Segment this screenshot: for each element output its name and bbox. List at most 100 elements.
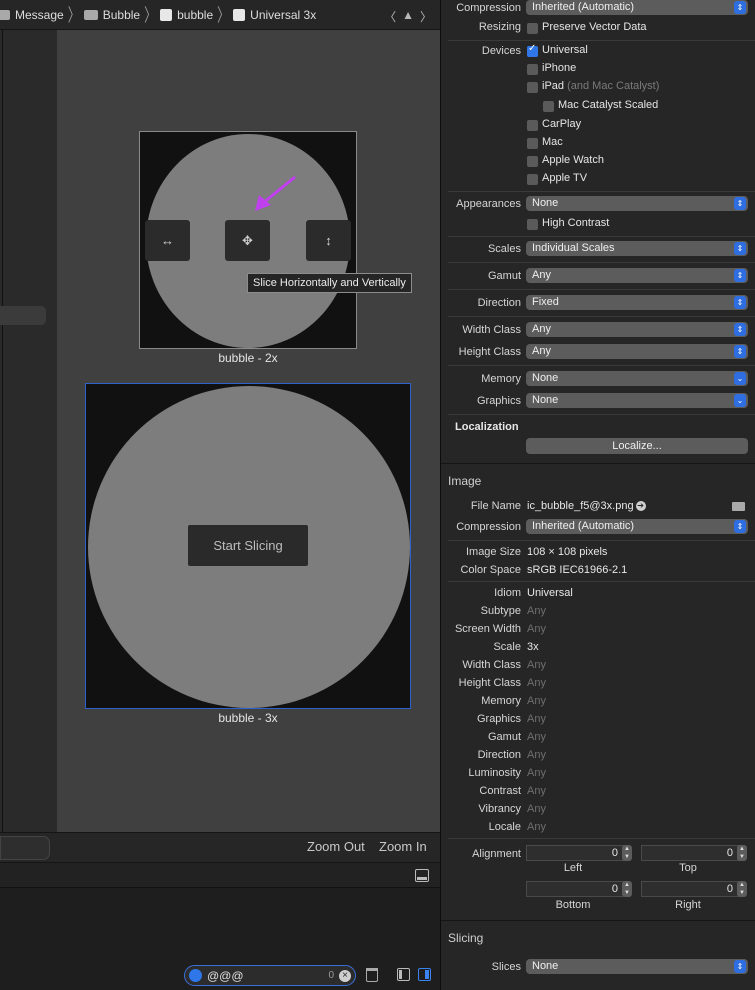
image-property-row: Locale Any (441, 819, 755, 837)
image-property-label: Direction (477, 749, 521, 761)
image-property-label: Contrast (479, 785, 521, 797)
chevron-right-icon: 〉 (67, 4, 80, 26)
image-property-label: Locale (488, 821, 521, 833)
scales-row: Scales Individual Scales ⇕ (441, 241, 755, 259)
mac-catalyst-scaled-checkbox[interactable] (543, 101, 554, 112)
console-filter-field[interactable]: @@@ 0 × (184, 965, 356, 986)
image-well-2x[interactable]: ↔ ✥ ↕ (139, 131, 357, 349)
forward-arrow-icon[interactable]: 〉 (420, 8, 432, 25)
preserve-vector-checkbox[interactable] (527, 23, 538, 34)
width-class-popup[interactable]: Any ⇕ (526, 322, 748, 337)
iphone-checkbox[interactable] (527, 64, 538, 75)
direction-popup[interactable]: Fixed ⇕ (526, 295, 748, 310)
debug-bar (0, 862, 440, 888)
outline-selected-row[interactable] (0, 306, 46, 325)
folder-icon[interactable] (732, 502, 745, 511)
alignment-bottom-field[interactable]: 0 (526, 881, 624, 897)
pointer-arrow-icon (255, 175, 296, 211)
slices-row: Slices None ⇕ (441, 959, 755, 977)
breadcrumb-item-bubble-folder[interactable]: Bubble (83, 8, 140, 22)
memory-popup[interactable]: None ⌄ (526, 371, 748, 386)
image-property-row: Screen Width Any (441, 621, 755, 639)
stepper-icon[interactable]: ▲ ▼ (737, 881, 747, 897)
mac-checkbox[interactable] (527, 138, 538, 149)
height-class-popup[interactable]: Any ⇕ (526, 344, 748, 359)
compression-row: Compression Inherited (Automatic) ⇕ (441, 0, 755, 18)
breadcrumb-item-universal-3x[interactable]: Universal 3x (233, 8, 316, 22)
outline-filter-field[interactable] (0, 836, 50, 860)
localization-heading: Localization (455, 421, 519, 433)
appearances-row: Appearances None ⇕ (441, 196, 755, 214)
warning-icon[interactable]: ▲ (402, 8, 414, 25)
updown-chevron-icon: ⇕ (734, 960, 746, 973)
separator (448, 540, 755, 541)
memory-row: Memory None ⌄ (441, 371, 755, 389)
slices-popup[interactable]: None ⇕ (526, 959, 748, 974)
nav-arrows: 〈 ▲ 〉 (384, 8, 432, 25)
gamut-row: Gamut Any ⇕ (441, 268, 755, 286)
compression-popup[interactable]: Inherited (Automatic) ⇕ (526, 0, 748, 15)
updown-chevron-icon: ⇕ (734, 1, 746, 14)
localize-button[interactable]: Localize... (526, 438, 748, 454)
stepper-icon[interactable]: ▲ ▼ (622, 881, 632, 897)
image-property-label: Memory (481, 695, 521, 707)
gamut-popup[interactable]: Any ⇕ (526, 268, 748, 283)
breadcrumb: Message 〉 Bubble 〉 bubble 〉 Universal 3x… (0, 0, 440, 30)
chevron-right-icon: 〉 (217, 4, 230, 26)
universal-checkbox[interactable] (527, 43, 538, 57)
devices-row: Devices (481, 45, 521, 57)
image-property-label: Vibrancy (478, 803, 521, 815)
folder-icon (0, 9, 10, 20)
apple-tv-checkbox[interactable] (527, 174, 538, 185)
scales-popup[interactable]: Individual Scales ⇕ (526, 241, 748, 256)
image-icon (233, 8, 246, 21)
updown-chevron-icon: ⇕ (734, 296, 746, 309)
breadcrumb-item-message[interactable]: Message (0, 8, 64, 22)
updown-chevron-icon: ⇕ (734, 242, 746, 255)
clear-icon[interactable]: × (339, 969, 351, 982)
hide-debug-area-icon[interactable] (415, 869, 429, 882)
slice-horizontally-vertically-button[interactable]: ✥ (225, 220, 270, 261)
alignment-top-field[interactable]: 0 (641, 845, 739, 861)
carplay-checkbox[interactable] (527, 120, 538, 131)
image-property-label: Screen Width (454, 623, 521, 635)
image-property-row: Subtype Any (441, 603, 755, 621)
image-property-row: Height Class Any (441, 675, 755, 693)
direction-row: Direction Fixed ⇕ (441, 295, 755, 313)
zoom-out-button[interactable]: Zoom Out (307, 839, 365, 854)
separator (448, 262, 755, 263)
alignment-right-field[interactable]: 0 (641, 881, 739, 897)
stepper-icon[interactable]: ▲ ▼ (737, 845, 747, 861)
high-contrast-checkbox[interactable] (527, 219, 538, 230)
appearances-popup[interactable]: None ⇕ (526, 196, 748, 211)
image-property-value: Any (527, 731, 546, 743)
image-property-label: Width Class (462, 659, 521, 671)
image-property-value: Universal (527, 587, 573, 599)
image-heading: Image (448, 474, 482, 488)
chevron-down-icon: ⌄ (734, 372, 746, 385)
updown-chevron-icon: ⇕ (734, 520, 746, 533)
image-well-3x[interactable]: Start Slicing (85, 383, 411, 709)
trash-icon[interactable] (366, 968, 378, 982)
back-arrow-icon[interactable]: 〈 (384, 8, 396, 25)
start-slicing-button[interactable]: Start Slicing (188, 525, 308, 566)
compression-image-popup[interactable]: Inherited (Automatic) ⇕ (526, 519, 748, 534)
image-property-value: Any (527, 677, 546, 689)
ipad-checkbox[interactable] (527, 82, 538, 93)
chevron-down-icon: ⌄ (734, 394, 746, 407)
image-property-label: Scale (493, 641, 521, 653)
chevron-right-icon: 〉 (144, 4, 157, 26)
slice-horizontally-button[interactable]: ↔ (145, 220, 190, 261)
slice-vertically-button[interactable]: ↕ (306, 220, 351, 261)
alignment-left-field[interactable]: 0 (526, 845, 624, 861)
graphics-popup[interactable]: None ⌄ (526, 393, 748, 408)
image-property-value: 3x (527, 641, 539, 653)
zoom-in-button[interactable]: Zoom In (379, 839, 427, 854)
stepper-icon[interactable]: ▲ ▼ (622, 845, 632, 861)
show-variables-view-icon[interactable] (397, 968, 410, 981)
apple-watch-checkbox[interactable] (527, 156, 538, 167)
go-to-file-icon[interactable]: ➔ (635, 501, 646, 512)
breadcrumb-item-bubble-asset[interactable]: bubble (160, 8, 213, 22)
show-console-view-icon[interactable] (418, 968, 431, 981)
image-property-value: Any (527, 695, 546, 707)
